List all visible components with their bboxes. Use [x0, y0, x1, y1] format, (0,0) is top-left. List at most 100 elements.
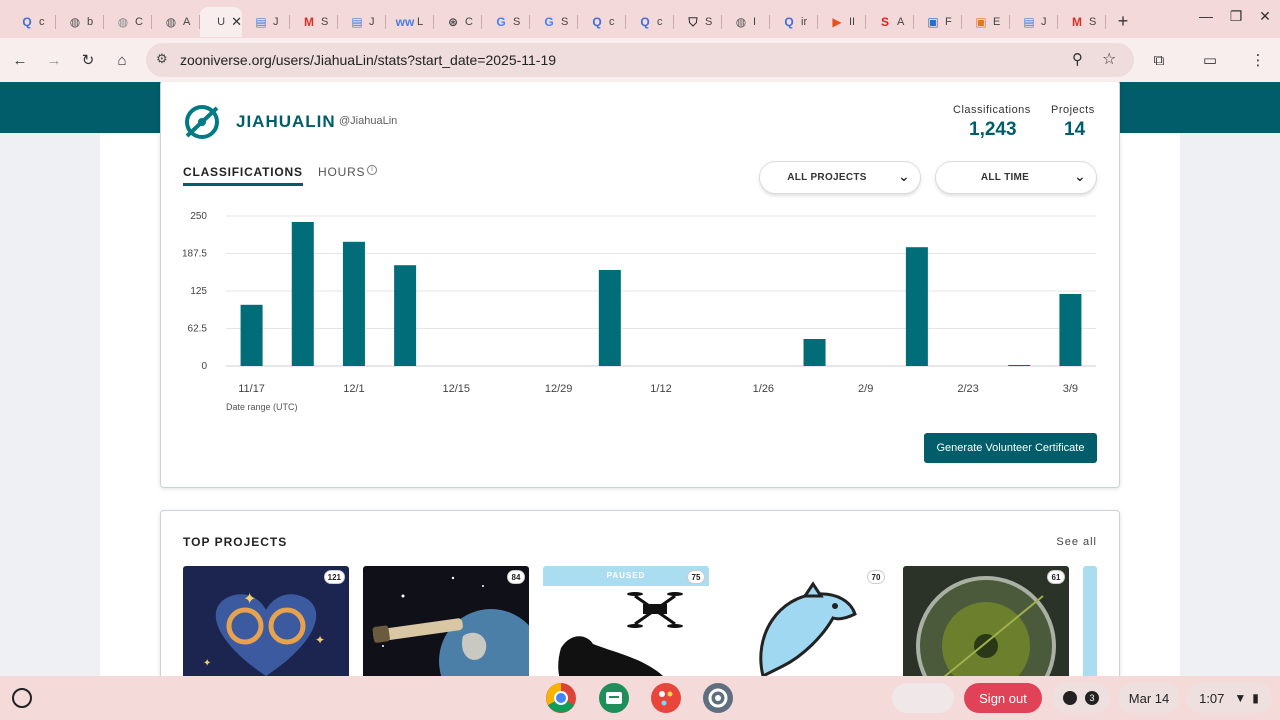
classifications-label: Classifications — [953, 104, 1031, 116]
tab-title: c — [39, 16, 45, 28]
bar-2/16[interactable] — [905, 247, 928, 366]
browser-tab[interactable]: ww L — [386, 7, 434, 37]
date-tray[interactable]: Mar 14 — [1118, 683, 1180, 713]
projects-count: 14 — [1064, 119, 1086, 140]
classroom-icon[interactable] — [598, 682, 630, 714]
extensions-icon[interactable]: ⧉ — [1147, 48, 1171, 72]
canvas-art-icon[interactable] — [650, 682, 682, 714]
bar-1/5[interactable] — [598, 270, 621, 366]
docs-icon: ▤ — [351, 15, 363, 29]
profile-display-name: JIAHUALIN — [236, 112, 336, 131]
browser-tab[interactable]: GS — [530, 7, 578, 37]
project-card-partial[interactable] — [1083, 566, 1097, 676]
browser-tab[interactable]: Qc — [626, 7, 674, 37]
battery-icon: ▮ — [1252, 691, 1259, 705]
classifications-count: 1,243 — [969, 119, 1017, 140]
tab-title: c — [609, 16, 615, 28]
browser-tab[interactable]: ◍ I — [722, 7, 770, 37]
browser-tab[interactable]: ⛉ S — [674, 7, 722, 37]
browser-tab[interactable]: ◍ C — [104, 7, 152, 37]
classification-count-badge: 121 — [323, 570, 345, 584]
paused-banner: PAUSED — [543, 566, 709, 586]
close-window-button[interactable]: ✕ — [1255, 8, 1275, 25]
search-icon: Q — [22, 15, 32, 29]
browser-tab[interactable]: ▤ J — [1010, 7, 1058, 37]
top-projects-card: TOP PROJECTS See all ✦ ✦ ✦ 121 84 PAUSED… — [160, 510, 1120, 676]
see-all-link[interactable]: See all — [1056, 536, 1097, 548]
sign-out-button[interactable]: Sign out — [964, 683, 1042, 713]
wifi-icon: ▼ — [1234, 691, 1247, 705]
info-icon[interactable]: i — [367, 165, 377, 175]
project-card-iguana-drone[interactable]: PAUSED 75 — [543, 566, 709, 676]
globe-icon: ◍ — [117, 15, 129, 29]
chevron-down-icon: ⌄ — [1073, 168, 1086, 184]
bar-3/9[interactable] — [1059, 294, 1082, 366]
restore-button[interactable]: ❐ — [1226, 8, 1246, 25]
url-text[interactable]: zooniverse.org/users/JiahuaLin/stats?sta… — [180, 52, 556, 68]
browser-tab[interactable]: SA — [866, 7, 914, 37]
project-card-dolphin[interactable]: 70 — [723, 566, 889, 676]
chatgpt-icon: ⊛ — [447, 15, 459, 29]
browser-tab[interactable]: U ✕ — [200, 7, 242, 37]
bar-11/24[interactable] — [291, 222, 314, 366]
browser-tab[interactable]: ◍ A — [152, 7, 200, 37]
browser-tab[interactable]: ▤ J — [338, 7, 386, 37]
classification-count-badge: 70 — [867, 570, 885, 584]
back-icon[interactable]: ← — [8, 48, 32, 72]
phone-hub-tray[interactable] — [892, 683, 954, 713]
search-icon: Q — [784, 15, 794, 29]
bar-12/8[interactable] — [394, 265, 417, 366]
settings-icon[interactable] — [702, 682, 734, 714]
address-bar[interactable]: ⚙ zooniverse.org/users/JiahuaLin/stats?s… — [146, 43, 1134, 77]
tab-title: ir — [801, 16, 808, 28]
forward-icon[interactable]: → — [42, 48, 66, 72]
page-content: JIAHUALIN @JiahuaLin Classifications 1,2… — [0, 82, 1280, 676]
zoom-icon[interactable]: ⚲ — [1072, 50, 1083, 68]
notification-tray[interactable]: 3 — [1052, 683, 1110, 713]
bar-12/1[interactable] — [342, 241, 365, 366]
browser-tab[interactable]: Qir — [770, 7, 818, 37]
close-tab-icon[interactable]: ✕ — [231, 14, 242, 30]
globe-icon: ◍ — [69, 15, 81, 29]
browser-tab[interactable]: ▣ F — [914, 7, 962, 37]
browser-tab[interactable]: ⊛ C — [434, 7, 482, 37]
project-card-telescope-earth[interactable]: 84 — [363, 566, 529, 676]
profile-handle: @JiahuaLin — [339, 115, 398, 127]
new-tab-button[interactable]: + — [1110, 8, 1136, 34]
bookmark-star-icon[interactable]: ☆ — [1102, 49, 1116, 69]
project-card-radar[interactable]: 61 — [903, 566, 1069, 676]
browser-tab[interactable]: GS — [482, 7, 530, 37]
home-icon[interactable]: ⌂ — [110, 48, 134, 72]
launcher-icon[interactable] — [12, 688, 32, 708]
tab-classifications[interactable]: CLASSIFICATIONS — [183, 165, 303, 186]
browser-tab[interactable]: ▶ II — [818, 7, 866, 37]
svg-text:✦: ✦ — [243, 589, 256, 608]
generate-certificate-button[interactable]: Generate Volunteer Certificate — [924, 433, 1097, 463]
projects-filter-select[interactable]: ALL PROJECTS ⌄ — [759, 161, 921, 194]
tab-hours[interactable]: HOURS — [318, 165, 365, 179]
browser-tab[interactable]: ▤ J — [242, 7, 290, 37]
minimize-button[interactable]: — — [1196, 8, 1216, 24]
chrome-icon[interactable] — [545, 682, 577, 714]
browser-tab[interactable]: ▣ E — [962, 7, 1010, 37]
shield-icon: ⛉ — [688, 14, 698, 29]
system-shelf: Sign out 3 Mar 14 1:07 ▼ ▮ — [0, 676, 1280, 720]
reload-icon[interactable]: ↻ — [76, 48, 100, 72]
browser-tab[interactable]: Qc — [8, 7, 56, 37]
tab-title: S — [321, 16, 329, 28]
time-filter-select[interactable]: ALL TIME ⌄ — [935, 161, 1097, 194]
browser-tab[interactable]: Qc — [578, 7, 626, 37]
browser-tab[interactable]: ◍ b — [56, 7, 104, 37]
project-card-galaxy-heart[interactable]: ✦ ✦ ✦ 121 — [183, 566, 349, 676]
site-info-icon[interactable]: ⚙ — [156, 51, 168, 67]
tab-search-icon[interactable]: ▭ — [1198, 48, 1222, 72]
classification-count-badge: 75 — [687, 570, 705, 584]
status-tray[interactable]: 1:07 ▼ ▮ — [1186, 683, 1272, 713]
bar-11/17[interactable] — [240, 304, 263, 366]
browser-tab[interactable]: MS — [290, 7, 338, 37]
browser-tab[interactable]: MS — [1058, 7, 1106, 37]
menu-icon[interactable]: ⋮ — [1246, 48, 1270, 72]
bar-3/2[interactable] — [1008, 365, 1031, 366]
bar-2/2[interactable] — [803, 339, 826, 366]
x-tick-label: 12/1 — [343, 383, 364, 395]
